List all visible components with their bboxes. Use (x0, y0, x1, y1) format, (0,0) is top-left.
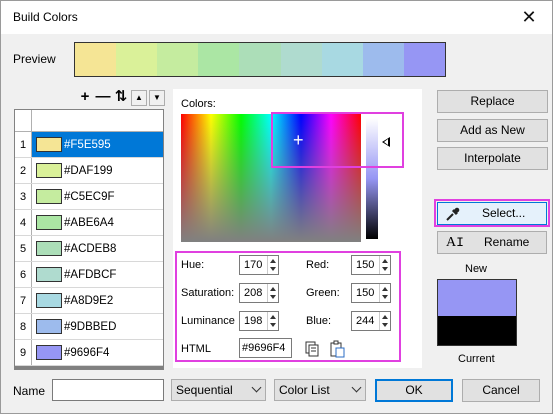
name-input[interactable] (52, 379, 164, 401)
preview-segment (75, 43, 117, 76)
eyedropper-icon (446, 207, 460, 221)
preview-segment (321, 43, 363, 76)
color-cell[interactable]: #A8D9E2 (32, 288, 163, 313)
mode-select[interactable]: Sequential (171, 379, 266, 401)
table-row[interactable]: 4 #ABE6A4 (15, 210, 163, 236)
preview-segment (239, 43, 281, 76)
ok-button[interactable]: OK (375, 379, 453, 402)
preview-segment (157, 43, 199, 76)
table-row[interactable]: 3 #C5EC9F (15, 184, 163, 210)
type-select-value: Color List (279, 383, 330, 397)
new-label: New (465, 263, 488, 275)
grid-header (15, 110, 163, 132)
color-cell[interactable]: #DAF199 (32, 158, 163, 183)
rename-text-icon: AI (446, 235, 464, 250)
color-swatch (36, 137, 62, 152)
row-number: 9 (15, 340, 32, 365)
color-swatch (36, 319, 62, 334)
preview-strip (74, 42, 446, 77)
table-row[interactable]: 6 #AFDBCF (15, 262, 163, 288)
color-hex: #F5E595 (64, 138, 111, 151)
preview-segment (198, 43, 240, 76)
title-bar: Build Colors ✕ (1, 1, 552, 34)
spectrum-highlight-box (271, 112, 404, 168)
color-cell[interactable]: #ACDEB8 (32, 236, 163, 261)
table-row[interactable]: 1 #F5E595 (15, 132, 163, 158)
color-swatch (36, 189, 62, 204)
color-cell[interactable]: #9696F4 (32, 340, 163, 365)
window-title: Build Colors (13, 10, 78, 24)
row-number: 5 (15, 236, 32, 261)
row-number: 8 (15, 314, 32, 339)
row-number: 4 (15, 210, 32, 235)
color-hex: #C5EC9F (64, 190, 115, 203)
replace-button[interactable]: Replace (437, 90, 548, 113)
mode-select-value: Sequential (176, 383, 233, 397)
color-hex: #9696F4 (64, 346, 110, 359)
row-number: 2 (15, 158, 32, 183)
rename-button-label: Rename (484, 235, 530, 249)
color-cell[interactable]: #C5EC9F (32, 184, 163, 209)
remove-row-icon[interactable]: — (95, 89, 111, 106)
table-row[interactable]: 2 #DAF199 (15, 158, 163, 184)
row-number: 3 (15, 184, 32, 209)
preview-segment (403, 43, 445, 76)
color-swatch (36, 267, 62, 282)
cancel-button[interactable]: Cancel (462, 379, 540, 402)
preview-label: Preview (13, 52, 56, 66)
table-row[interactable]: 9 #9696F4 (15, 340, 163, 366)
color-swatch (36, 293, 62, 308)
type-select[interactable]: Color List (274, 379, 366, 401)
colors-label: Colors: (181, 98, 216, 110)
rename-button[interactable]: AI Rename (437, 231, 547, 254)
preview-segment (116, 43, 158, 76)
row-number: 7 (15, 288, 32, 313)
move-up-icon[interactable]: ▲ (131, 90, 147, 106)
color-cell[interactable]: #ABE6A4 (32, 210, 163, 235)
preview-segment (362, 43, 404, 76)
table-row[interactable]: 5 #ACDEB8 (15, 236, 163, 262)
select-button[interactable]: Select... (437, 202, 547, 225)
select-button-label: Select... (482, 206, 526, 220)
current-color-swatch (437, 316, 517, 346)
color-hex: #A8D9E2 (64, 294, 114, 307)
chevron-down-icon (351, 382, 362, 393)
current-label: Current (458, 353, 495, 365)
color-cell[interactable]: #AFDBCF (32, 262, 163, 287)
row-number: 1 (15, 132, 32, 157)
color-hex: #9DBBED (64, 320, 117, 333)
color-cell[interactable]: #F5E595 (32, 132, 163, 157)
color-hex: #ABE6A4 (64, 216, 114, 229)
preview-segment (280, 43, 322, 76)
color-swatch (36, 241, 62, 256)
name-label: Name (13, 384, 46, 398)
color-hex: #DAF199 (64, 164, 113, 177)
table-row[interactable]: 7 #A8D9E2 (15, 288, 163, 314)
chevron-down-icon (251, 382, 262, 393)
color-swatch (36, 345, 62, 360)
interpolate-button[interactable]: Interpolate (437, 147, 548, 170)
table-row[interactable]: 8 #9DBBED (15, 314, 163, 340)
color-hex: #ACDEB8 (64, 242, 117, 255)
new-color-swatch (437, 279, 517, 316)
add-row-icon[interactable]: + (77, 89, 93, 106)
color-swatch (36, 163, 62, 178)
color-cell[interactable]: #9DBBED (32, 314, 163, 339)
row-number: 6 (15, 262, 32, 287)
close-icon[interactable]: ✕ (516, 6, 542, 30)
color-list-grid: 1 #F5E595 2 #DAF199 3 #C5EC9F 4 #ABE6A4 5 #ACDEB8… (14, 109, 164, 370)
color-swatch (36, 215, 62, 230)
fields-highlight-box (175, 251, 401, 362)
build-colors-dialog: Build Colors ✕ Preview + — ⇅ ▲ ▼ 1 #F5E59… (0, 0, 553, 414)
move-down-icon[interactable]: ▼ (149, 90, 165, 106)
color-hex: #AFDBCF (64, 268, 117, 281)
sort-icon[interactable]: ⇅ (113, 89, 129, 106)
list-toolbar: + — ⇅ ▲ ▼ (77, 89, 165, 106)
add-as-new-button[interactable]: Add as New (437, 119, 548, 142)
